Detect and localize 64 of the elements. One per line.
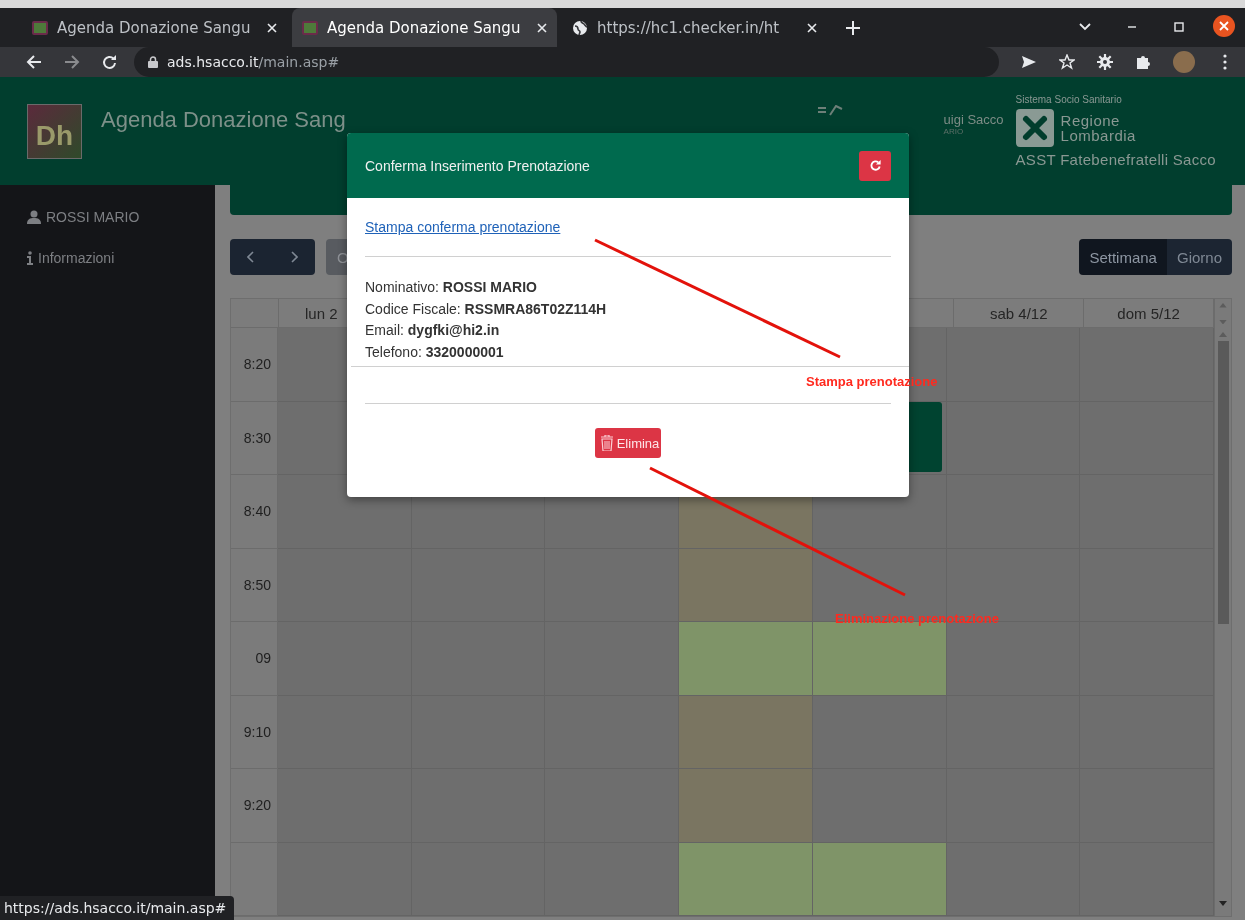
- up-arrow-icon[interactable]: [1219, 303, 1227, 308]
- address-field[interactable]: ads.hsacco.it/main.asp#: [134, 47, 999, 77]
- browser-tab[interactable]: Agenda Donazione Sangu: [22, 8, 287, 47]
- asst-name: ASST Fatebenefratelli Sacco: [1015, 151, 1216, 168]
- region-name: Lombardia: [1060, 128, 1136, 143]
- star-icon[interactable]: [1059, 54, 1075, 70]
- hospital-subtitle: ARIO: [943, 127, 965, 136]
- avatar[interactable]: [1173, 51, 1195, 73]
- detail-line: Telefono: 3320000001: [365, 342, 505, 362]
- time-cell: 9:20: [231, 769, 278, 843]
- scroll-thumb[interactable]: [1217, 341, 1229, 624]
- browser-tab[interactable]: Agenda Donazione Sangu: [292, 8, 557, 47]
- info-icon: [27, 251, 33, 265]
- app-title: Agenda Donazione Sang: [101, 107, 346, 133]
- view-tab[interactable]: Settimana: [1079, 239, 1167, 275]
- gear-icon[interactable]: [1097, 54, 1113, 70]
- detail-line: Nominativo: ROSSI MARIO: [365, 278, 538, 297]
- dialog-title: Conferma Inserimento Prenotazione: [365, 157, 590, 174]
- app-logo: Dh: [27, 103, 82, 159]
- region-logo-icon: [1015, 109, 1054, 147]
- browser-tab[interactable]: https://hc1.checker.in/ht: [562, 8, 827, 47]
- status-url: https://ads.hsacco.it/main.asp#: [0, 896, 235, 920]
- view-tab[interactable]: Giorno: [1166, 239, 1232, 275]
- previous-icon[interactable]: [247, 251, 256, 263]
- down-arrow-icon[interactable]: [1219, 901, 1227, 906]
- time-cell: 8:50: [231, 548, 278, 622]
- globe-icon: [572, 19, 588, 36]
- time-cell: 8:40: [231, 475, 278, 549]
- user-icon: [27, 210, 41, 224]
- close-window-icon[interactable]: [1213, 15, 1235, 37]
- refresh-button[interactable]: [859, 150, 891, 181]
- delete-button[interactable]: Elimina: [594, 428, 662, 458]
- day-header: dom 5/12: [1084, 299, 1214, 328]
- trash-icon: [600, 435, 613, 451]
- chevron-down-icon[interactable]: [1079, 21, 1091, 33]
- close-tab-icon[interactable]: [537, 22, 547, 33]
- time-cell: 8:20: [231, 328, 278, 402]
- lock-icon: [148, 56, 158, 68]
- close-tab-icon[interactable]: [267, 22, 277, 33]
- maximize-icon[interactable]: [1173, 21, 1185, 33]
- puzzle-icon[interactable]: [1135, 54, 1151, 70]
- app-favicon-icon: [302, 19, 318, 36]
- up-arrow-icon[interactable]: [1219, 332, 1227, 337]
- scrollbar[interactable]: [1214, 299, 1231, 916]
- annotation-label: Eliminazione prenotazione: [835, 611, 999, 626]
- forward-icon[interactable]: [64, 54, 80, 70]
- sidebar-item[interactable]: Informazioni: [0, 248, 215, 268]
- next-icon[interactable]: [289, 251, 298, 263]
- send-icon[interactable]: [1021, 54, 1037, 70]
- time-cell: 09: [231, 622, 278, 696]
- reload-icon[interactable]: [102, 54, 118, 70]
- new-tab-icon[interactable]: [846, 21, 860, 35]
- print-confirmation-link[interactable]: Stampa conferma prenotazione: [365, 219, 561, 235]
- app-favicon-icon: [32, 19, 48, 36]
- sidebar-item[interactable]: ROSSI MARIO: [0, 207, 215, 227]
- close-tab-icon[interactable]: [807, 22, 817, 33]
- back-icon[interactable]: [26, 54, 42, 70]
- hospital-logo-icon: [817, 105, 844, 117]
- time-cell: 8:30: [231, 401, 278, 475]
- day-header: sab 4/12: [954, 299, 1085, 328]
- refresh-icon: [868, 159, 882, 172]
- hospital-name: uigi Sacco: [943, 112, 1004, 127]
- time-cell: 9:10: [231, 695, 278, 769]
- region-system-label: Sistema Socio Sanitario: [1015, 94, 1123, 105]
